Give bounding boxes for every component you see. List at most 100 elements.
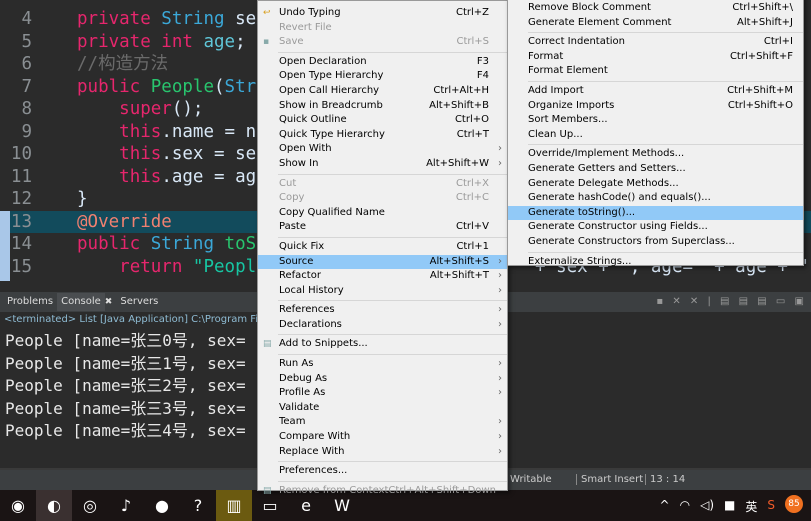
menu-item-label: Profile As <box>279 387 326 399</box>
menu-item-show-in[interactable]: Show In Alt+Shift+W › <box>258 157 507 172</box>
menu-item-organize-imports[interactable]: Organize Imports Ctrl+Shift+O <box>508 99 803 114</box>
menu-item-label: Generate hashCode() and equals()... <box>528 192 711 204</box>
line-number: 12 <box>10 189 32 209</box>
menu-item-generate-tostring[interactable]: Generate toString()... <box>508 205 803 221</box>
tab-servers[interactable]: Servers <box>116 293 162 311</box>
menu-item-generate-element-comment[interactable]: Generate Element Comment Alt+Shift+J <box>508 16 803 31</box>
chart-app-icon[interactable]: ▥ <box>216 490 252 521</box>
menu-item-preferences[interactable]: Preferences... <box>258 464 507 479</box>
menu-item-open-call-hierarchy[interactable]: Open Call Hierarchy Ctrl+Alt+H <box>258 84 507 99</box>
menu-item-run-as[interactable]: Run As › <box>258 357 507 372</box>
menu-item-validate[interactable]: Validate <box>258 401 507 416</box>
menu-item-references[interactable]: References › <box>258 303 507 318</box>
help-icon[interactable]: ? <box>180 490 216 521</box>
menu-item-remove-block-comment[interactable]: Remove Block Comment Ctrl+Shift+\ <box>508 1 803 16</box>
menu-item-label: Refactor <box>279 270 321 282</box>
volume-icon[interactable]: ◁) <box>700 498 714 515</box>
menu-item-replace-with[interactable]: Replace With › <box>258 445 507 460</box>
tab-problems[interactable]: Problems <box>3 293 57 311</box>
tab-console[interactable]: Console <box>57 293 105 311</box>
menu-item-shortcut: Ctrl+S <box>456 36 489 48</box>
firefox-icon[interactable]: ● <box>144 490 180 521</box>
code-token: @Override <box>77 211 172 232</box>
menu-item-label: Format <box>528 50 564 62</box>
chevron-right-icon: › <box>498 255 502 267</box>
menu-item-cut[interactable]: Cut Ctrl+X <box>258 177 507 192</box>
menu-item-local-history[interactable]: Local History › <box>258 284 507 299</box>
menu-item-refactor[interactable]: Refactor Alt+Shift+T › <box>258 269 507 284</box>
menu-item-clean-up[interactable]: Clean Up... <box>508 128 803 143</box>
menu-item-label: Validate <box>279 401 320 413</box>
battery-icon[interactable]: ■ <box>724 498 735 515</box>
console-toolbar[interactable]: ▪ ✕ ✕ | ▤ ▤ ▤ ▭ ▣ <box>656 296 807 307</box>
menu-item-save[interactable]: ▪ Save Ctrl+S <box>258 35 507 50</box>
menu-item-shortcut: Ctrl+O <box>454 114 489 126</box>
chevron-up-icon[interactable]: ^ <box>660 498 670 515</box>
menu-item-label: Local History <box>279 284 344 296</box>
menu-item-label: Quick Type Hierarchy <box>279 128 385 140</box>
chrome-icon[interactable]: ◎ <box>72 490 108 521</box>
menu-item-label: Quick Outline <box>279 114 347 126</box>
menu-item-add-to-snippets[interactable]: ▤ Add to Snippets... <box>258 337 507 352</box>
menu-item-override-implement-methods[interactable]: Override/Implement Methods... <box>508 147 803 162</box>
menu-item-shortcut: Ctrl+C <box>455 192 489 204</box>
menu-item-format-element[interactable]: Format Element <box>508 64 803 79</box>
notification-badge[interactable]: 85 <box>785 495 803 513</box>
menu-item-label: Run As <box>279 358 314 370</box>
menu-item-generate-hashcode-and-equals[interactable]: Generate hashCode() and equals()... <box>508 191 803 206</box>
menu-item-generate-delegate-methods[interactable]: Generate Delegate Methods... <box>508 177 803 192</box>
menu-item-quick-outline[interactable]: Quick Outline Ctrl+O <box>258 113 507 128</box>
menu-item-revert-file[interactable]: Revert File <box>258 21 507 36</box>
menu-item-paste[interactable]: Paste Ctrl+V <box>258 220 507 235</box>
context-menu: ↩ Undo Typing Ctrl+Z Revert File ▪ Save Ctrl+S… <box>257 0 508 496</box>
menu-item-add-import[interactable]: Add Import Ctrl+Shift+M <box>508 84 803 99</box>
menu-item-remove-from-context[interactable]: ▤ Remove from Context Ctrl+Alt+Shift+Down <box>258 484 507 499</box>
menu-item-team[interactable]: Team › <box>258 415 507 430</box>
status-insert-mode: Smart Insert <box>576 474 643 485</box>
menu-item-label: Externalize Strings... <box>528 255 632 267</box>
menu-item-open-type-hierarchy[interactable]: Open Type Hierarchy F4 <box>258 69 507 84</box>
sogou-icon[interactable]: S <box>767 498 775 515</box>
ime-indicator[interactable]: 英 <box>745 498 757 515</box>
menu-item-externalize-strings[interactable]: Externalize Strings... <box>508 255 803 270</box>
system-tray[interactable]: ^ ◠ ◁) ■ 英 S 85 <box>660 495 803 515</box>
code-text: public String toStr <box>77 233 277 256</box>
menu-item-shortcut: Ctrl+Alt+H <box>433 84 489 96</box>
context-icon: ▤ <box>263 485 272 496</box>
menu-item-profile-as[interactable]: Profile As › <box>258 386 507 401</box>
menu-item-debug-as[interactable]: Debug As › <box>258 372 507 387</box>
menu-item-compare-with[interactable]: Compare With › <box>258 430 507 445</box>
menu-item-open-with[interactable]: Open With › <box>258 142 507 157</box>
menu-item-correct-indentation[interactable]: Correct Indentation Ctrl+I <box>508 35 803 50</box>
menu-item-copy-qualified-name[interactable]: Copy Qualified Name <box>258 206 507 221</box>
menu-item-copy[interactable]: Copy Ctrl+C <box>258 191 507 206</box>
menu-item-label: Source <box>279 255 314 267</box>
code-token: } <box>77 189 88 209</box>
menu-item-label: Add Import <box>528 84 584 96</box>
menu-item-quick-type-hierarchy[interactable]: Quick Type Hierarchy Ctrl+T <box>258 128 507 143</box>
menu-item-generate-constructor-using-fields[interactable]: Generate Constructor using Fields... <box>508 220 803 235</box>
menu-item-label: References <box>279 304 335 316</box>
menu-item-quick-fix[interactable]: Quick Fix Ctrl+1 <box>258 240 507 255</box>
menu-item-generate-constructors-from-superclass[interactable]: Generate Constructors from Superclass... <box>508 235 803 250</box>
code-token: this <box>119 121 162 142</box>
menu-item-label: Copy Qualified Name <box>279 206 385 218</box>
qq-icon[interactable]: ◉ <box>0 490 36 521</box>
menu-item-open-declaration[interactable]: Open Declaration F3 <box>258 55 507 70</box>
menu-item-label: Open Call Hierarchy <box>279 84 380 96</box>
eclipse-icon[interactable]: ◐ <box>36 490 72 521</box>
menu-item-declarations[interactable]: Declarations › <box>258 318 507 333</box>
menu-item-format[interactable]: Format Ctrl+Shift+F <box>508 50 803 65</box>
menu-item-generate-getters-and-setters[interactable]: Generate Getters and Setters... <box>508 162 803 177</box>
menu-separator <box>528 32 803 34</box>
menu-item-sort-members[interactable]: Sort Members... <box>508 113 803 128</box>
menu-item-source[interactable]: Source Alt+Shift+S › <box>258 254 507 270</box>
menu-item-undo-typing[interactable]: ↩ Undo Typing Ctrl+Z <box>258 6 507 21</box>
dolphin-icon[interactable]: ♪ <box>108 490 144 521</box>
menu-item-shortcut: F4 <box>476 70 489 82</box>
menu-item-show-in-breadcrumb[interactable]: Show in Breadcrumb Alt+Shift+B <box>258 99 507 114</box>
code-token: this <box>119 166 162 187</box>
wifi-icon[interactable]: ◠ <box>680 498 690 515</box>
close-icon[interactable]: ✖ <box>105 297 113 307</box>
menu-separator <box>278 51 507 53</box>
